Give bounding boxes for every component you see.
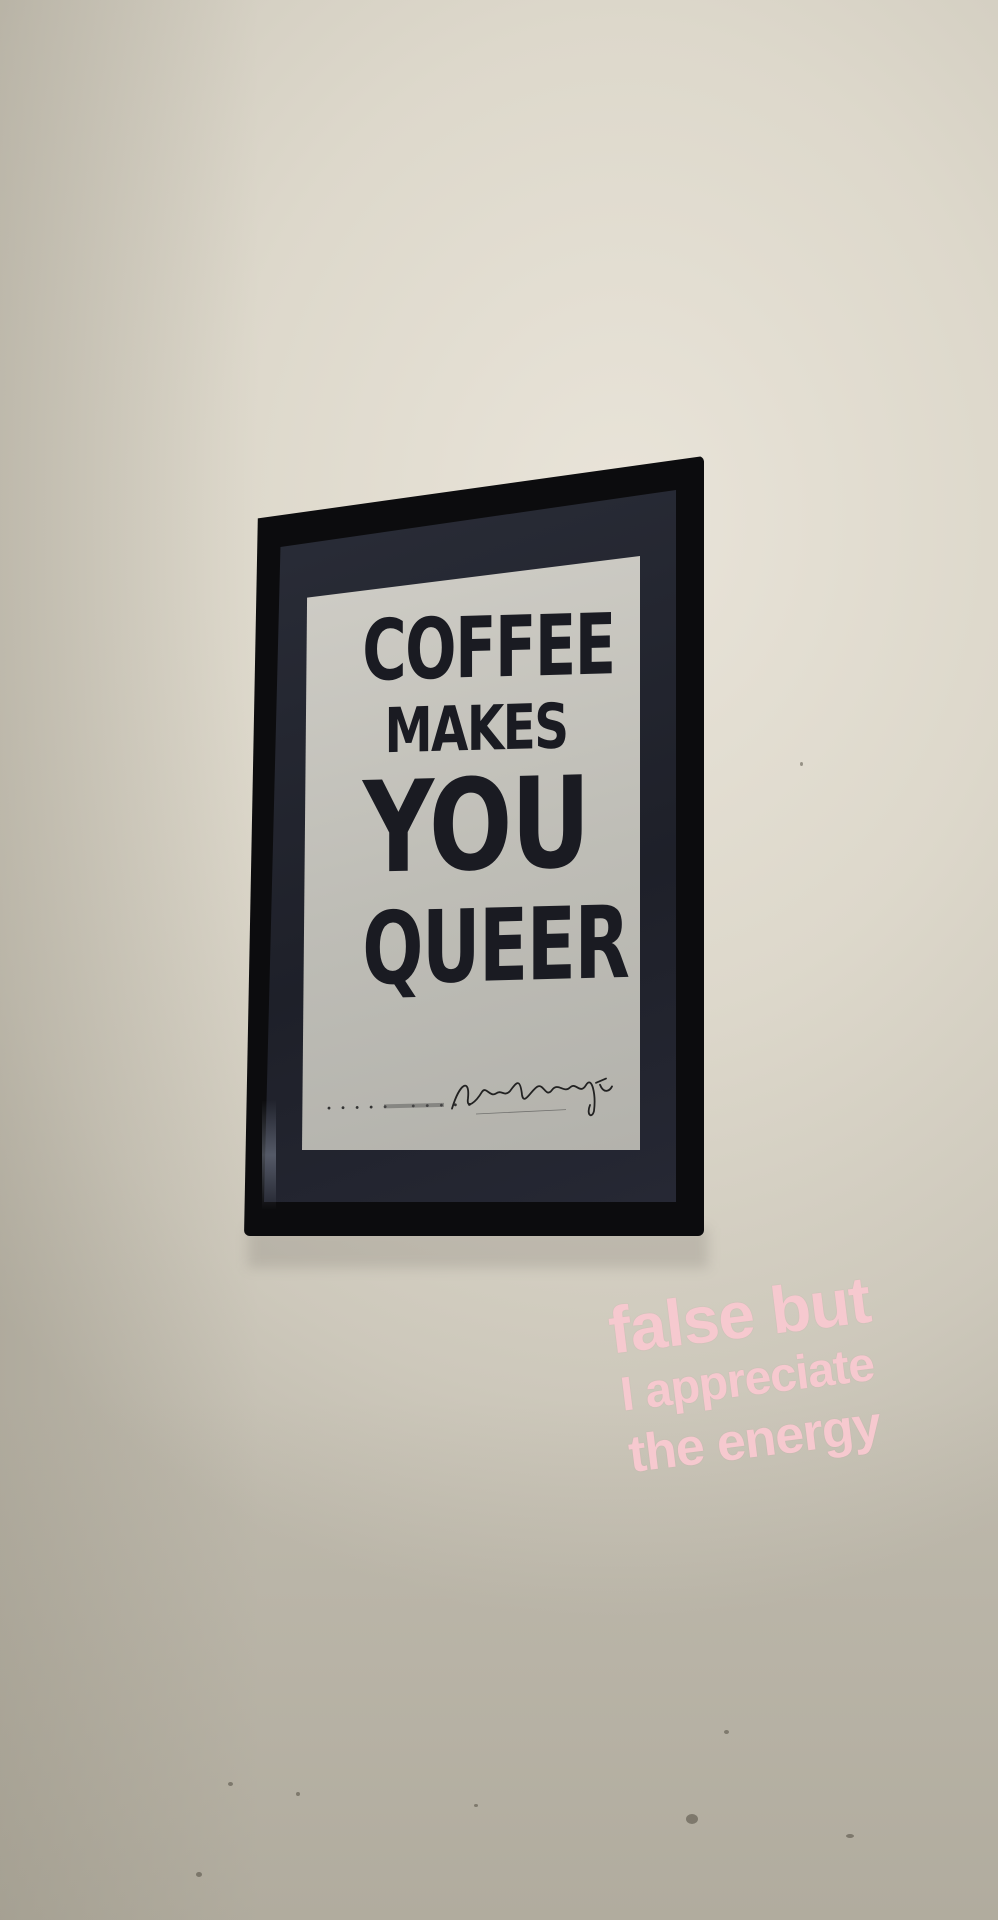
- wall-mark: [800, 762, 803, 766]
- handwritten-signature: [451, 1077, 613, 1117]
- poster-text: COFFEE MAKES YOU QUEER: [318, 595, 634, 1008]
- wall-mark: [474, 1804, 478, 1807]
- poster-line-you: YOU: [362, 748, 590, 902]
- wall-mark: [724, 1730, 729, 1734]
- photo-scene: COFFEE MAKES YOU QUEER • • • • • • • • •…: [0, 0, 998, 1920]
- wall-mark: [196, 1872, 202, 1877]
- wall-mark: [296, 1792, 300, 1796]
- poster-footer: • • • • • • • • • •: [326, 1062, 626, 1130]
- poster-line-coffee: COFFEE: [362, 595, 615, 700]
- frame-glare: [262, 1100, 276, 1210]
- poster-line-queer: QUEER: [362, 883, 629, 1008]
- wall-shadow-bottom: [0, 1400, 998, 1920]
- wall-mark: [846, 1834, 854, 1838]
- wall-mark: [686, 1814, 698, 1824]
- wall-mark: [228, 1782, 233, 1786]
